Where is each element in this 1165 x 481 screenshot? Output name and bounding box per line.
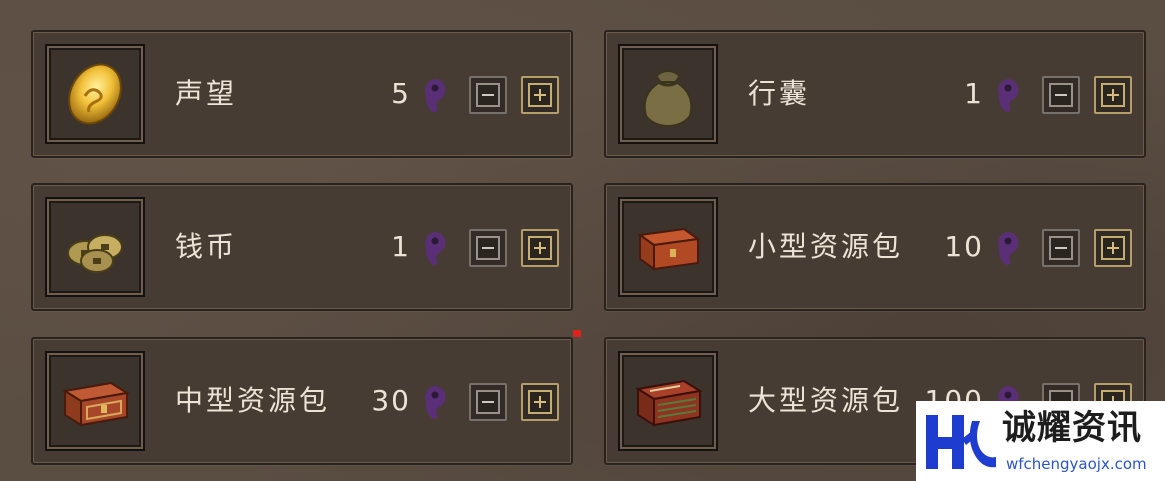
magatama-icon [425, 386, 446, 419]
minus-icon [1049, 83, 1073, 107]
item-slot[interactable] [618, 351, 718, 451]
item-card-coins: 钱币 1 [31, 183, 573, 311]
watermark: 诚耀资讯 wfchengyaojx.com [916, 401, 1165, 481]
item-card-medium-pack: 中型资源包 30 [31, 337, 573, 465]
item-count: 1 [964, 77, 984, 110]
magatama-icon [425, 79, 446, 112]
minus-icon [476, 390, 500, 414]
small-chest-icon [637, 227, 701, 271]
increase-button[interactable] [521, 229, 559, 267]
item-name: 行囊 [748, 77, 811, 110]
large-chest-icon [635, 379, 703, 427]
increase-button[interactable] [521, 76, 559, 114]
item-count: 1 [391, 230, 411, 263]
item-count: 10 [944, 230, 984, 263]
plus-icon [1101, 83, 1125, 107]
plus-icon [528, 236, 552, 260]
magatama-icon [425, 232, 446, 265]
item-count: 5 [391, 77, 411, 110]
item-count: 30 [371, 384, 411, 417]
item-slot[interactable] [45, 44, 145, 144]
item-card-bag: 行囊 1 [604, 30, 1146, 158]
bag-icon [643, 70, 693, 128]
item-slot[interactable] [45, 197, 145, 297]
increase-button[interactable] [521, 383, 559, 421]
minus-icon [476, 236, 500, 260]
watermark-url: wfchengyaojx.com [1006, 455, 1147, 473]
item-slot[interactable] [45, 351, 145, 451]
magatama-icon [998, 232, 1019, 265]
decrease-button[interactable] [469, 383, 507, 421]
item-slot[interactable] [618, 197, 718, 297]
medium-chest-icon [62, 381, 130, 427]
coins-icon [67, 234, 123, 273]
gold-coin-icon [68, 63, 122, 125]
decrease-button[interactable] [469, 76, 507, 114]
plus-icon [528, 390, 552, 414]
notification-dot [573, 330, 581, 337]
item-name: 钱币 [175, 230, 238, 263]
decrease-button[interactable] [469, 229, 507, 267]
plus-icon [1101, 236, 1125, 260]
magatama-icon [998, 79, 1019, 112]
item-card-reputation: 声望 5 [31, 30, 573, 158]
item-name: 中型资源包 [175, 384, 331, 417]
minus-icon [1049, 236, 1073, 260]
increase-button[interactable] [1094, 229, 1132, 267]
watermark-title: 诚耀资讯 [1002, 408, 1142, 448]
plus-icon [528, 83, 552, 107]
item-name: 大型资源包 [748, 384, 904, 417]
site-logo-icon [926, 415, 996, 469]
decrease-button[interactable] [1042, 76, 1080, 114]
minus-icon [476, 83, 500, 107]
decrease-button[interactable] [1042, 229, 1080, 267]
item-name: 小型资源包 [748, 230, 904, 263]
item-slot[interactable] [618, 44, 718, 144]
item-card-small-pack: 小型资源包 10 [604, 183, 1146, 311]
item-name: 声望 [175, 77, 238, 110]
increase-button[interactable] [1094, 76, 1132, 114]
